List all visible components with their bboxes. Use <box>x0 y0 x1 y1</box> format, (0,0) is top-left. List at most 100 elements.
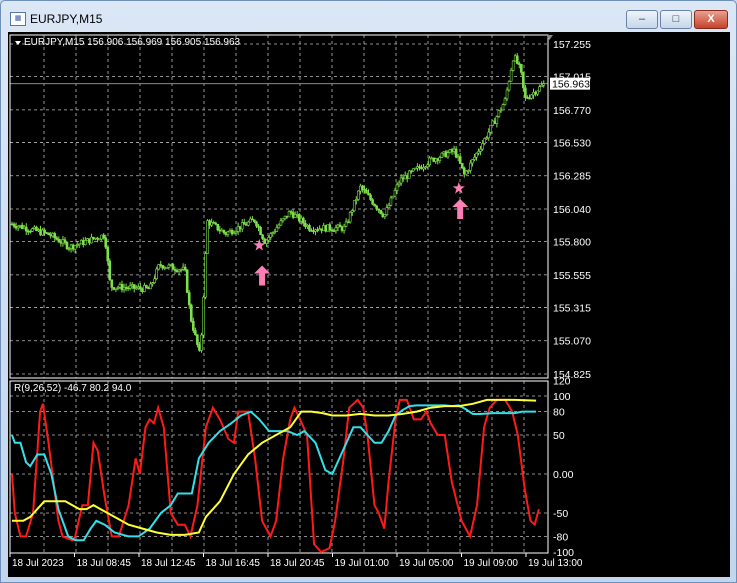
candle <box>230 230 234 235</box>
candle <box>273 231 277 233</box>
time-axis-label: 18 Jul 20:45 <box>270 558 325 569</box>
candle <box>363 188 366 191</box>
candle <box>202 296 205 336</box>
candle <box>454 148 458 158</box>
candle <box>293 214 297 218</box>
candle <box>240 222 244 230</box>
candle <box>499 109 503 112</box>
candle <box>159 264 163 266</box>
candle <box>208 220 211 226</box>
candle <box>132 284 136 289</box>
candle <box>399 177 403 184</box>
candle <box>102 234 105 239</box>
candle <box>147 287 150 290</box>
candle <box>267 237 270 241</box>
candle <box>204 253 207 298</box>
candle <box>460 163 464 169</box>
candle <box>171 264 175 270</box>
candle <box>210 222 213 226</box>
candle <box>108 260 112 281</box>
candle <box>26 230 30 233</box>
candle <box>387 205 391 209</box>
candle <box>371 199 374 205</box>
candle <box>259 226 262 236</box>
candle <box>377 208 381 211</box>
candle <box>126 287 130 290</box>
chart-shift-marker[interactable] <box>546 35 553 40</box>
candle <box>53 233 57 239</box>
candle <box>234 231 238 234</box>
price-chart[interactable]: ★★ 157.255157.015156.770156.530156.28515… <box>0 0 737 583</box>
candle <box>192 320 195 331</box>
candle <box>540 84 543 87</box>
candle <box>359 185 362 192</box>
candle <box>84 240 87 245</box>
candle <box>330 229 334 232</box>
candle <box>334 227 338 232</box>
candle <box>179 269 183 271</box>
candle <box>526 97 529 99</box>
candle <box>151 282 154 285</box>
candle <box>16 225 20 229</box>
candle <box>302 217 305 224</box>
candle <box>57 239 61 243</box>
candle <box>520 64 523 73</box>
candle <box>33 226 36 229</box>
candle <box>361 185 364 190</box>
candle <box>82 239 85 245</box>
candle <box>155 268 158 280</box>
candle <box>442 151 446 154</box>
candle <box>336 224 340 228</box>
candle <box>369 194 372 200</box>
candle <box>538 86 541 92</box>
candle <box>489 124 493 133</box>
indicator-axis-label: 0.00 <box>553 469 574 481</box>
candle <box>328 224 332 231</box>
candle <box>31 228 34 232</box>
candle <box>332 230 336 232</box>
candle <box>401 177 405 180</box>
candle <box>430 157 433 160</box>
candle <box>297 214 301 222</box>
candle <box>183 266 187 271</box>
candle <box>493 120 497 124</box>
candle <box>536 90 539 95</box>
candle <box>281 218 285 222</box>
candle <box>509 69 513 82</box>
candle <box>530 94 533 99</box>
candle <box>542 83 546 86</box>
candle <box>92 236 95 240</box>
price-axis-label: 156.040 <box>553 204 591 216</box>
candle <box>432 157 436 162</box>
time-axis-label: 19 Jul 13:00 <box>528 558 583 569</box>
candle <box>479 148 482 152</box>
candle <box>45 232 48 234</box>
candle <box>501 104 505 111</box>
candle <box>236 226 240 232</box>
candle <box>194 330 197 335</box>
candle <box>61 239 65 244</box>
candle <box>354 199 358 201</box>
candle <box>238 226 242 230</box>
candle <box>450 149 454 152</box>
candle <box>320 228 323 231</box>
candle <box>385 207 389 215</box>
candle <box>122 287 126 291</box>
indicator-axis-label: 50 <box>553 430 565 442</box>
indicator-axis-label: -80 <box>553 531 568 543</box>
price-axis-label: 156.530 <box>553 137 591 149</box>
candle <box>175 270 179 272</box>
dropdown-triangle-icon[interactable] <box>15 41 21 45</box>
candle <box>299 217 303 222</box>
candle <box>473 156 476 160</box>
candle <box>63 239 67 243</box>
candle <box>365 190 368 194</box>
candle <box>22 226 26 229</box>
candle <box>39 229 42 236</box>
candle <box>412 168 415 172</box>
candle <box>511 60 515 71</box>
candle <box>41 229 44 236</box>
candle <box>304 222 307 227</box>
indicator-header: R(9,26,52) -46.7 80.2 94.0 <box>14 383 132 394</box>
candle <box>130 284 134 287</box>
